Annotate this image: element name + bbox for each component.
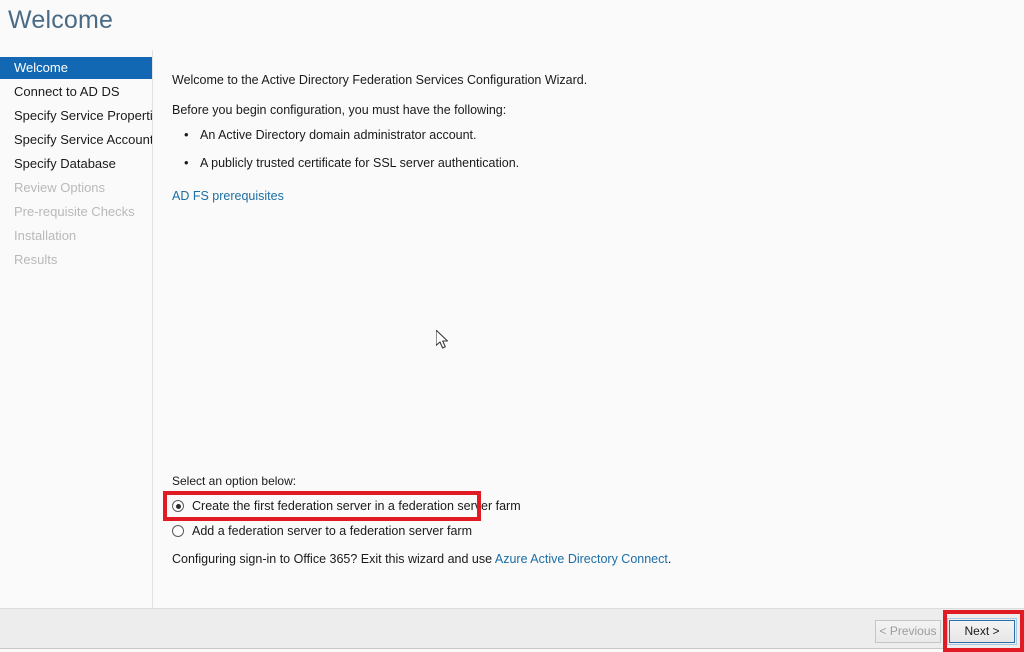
intro-heading: Welcome to the Active Directory Federati… <box>172 73 588 87</box>
sidebar-item-specify-database[interactable]: Specify Database <box>0 153 152 175</box>
radio-create-first-federation-server[interactable]: Create the first federation server in a … <box>172 496 521 516</box>
sidebar-item-review-options: Review Options <box>0 177 152 199</box>
page-header: Welcome <box>0 0 1024 50</box>
ad-fs-prerequisites-link[interactable]: AD FS prerequisites <box>172 189 284 203</box>
previous-button[interactable]: < Previous <box>875 620 941 643</box>
sidebar-item-pre-requisite-checks: Pre-requisite Checks <box>0 201 152 223</box>
prerequisites-heading: Before you begin configuration, you must… <box>172 103 507 117</box>
list-item: A publicly trusted certificate for SSL s… <box>178 155 519 170</box>
radio-label: Add a federation server to a federation … <box>192 524 473 538</box>
wizard-body: Welcome Connect to AD DS Specify Service… <box>0 50 1024 608</box>
sidebar-item-results: Results <box>0 249 152 271</box>
sidebar-item-label: Connect to AD DS <box>14 84 120 99</box>
sidebar-item-connect-to-ad-ds[interactable]: Connect to AD DS <box>0 81 152 103</box>
requirements-list: An Active Directory domain administrator… <box>178 127 519 184</box>
sidebar-item-welcome[interactable]: Welcome <box>0 57 152 79</box>
wizard-content-pane: Welcome to the Active Directory Federati… <box>153 50 1024 608</box>
radio-selected-icon <box>172 500 184 512</box>
select-option-label: Select an option below: <box>172 474 297 488</box>
azure-ad-connect-link[interactable]: Azure Active Directory Connect <box>495 552 668 566</box>
wizard-footer: < Previous Next > <box>0 608 1024 649</box>
sidebar-item-label: Review Options <box>14 180 106 195</box>
next-button[interactable]: Next > <box>947 618 1017 645</box>
sidebar-item-label: Specify Database <box>14 156 116 171</box>
sidebar-item-label: Installation <box>14 228 77 243</box>
radio-label: Create the first federation server in a … <box>192 499 521 513</box>
sidebar-item-specify-service-account[interactable]: Specify Service Account <box>0 129 152 151</box>
adfs-configuration-wizard: Welcome Welcome Connect to AD DS Specify… <box>0 0 1024 652</box>
page-title: Welcome <box>8 6 114 34</box>
office-365-note-prefix: Configuring sign-in to Office 365? Exit … <box>172 552 495 566</box>
wizard-step-sidebar: Welcome Connect to AD DS Specify Service… <box>0 50 153 608</box>
sidebar-item-installation: Installation <box>0 225 152 247</box>
sidebar-item-label: Results <box>14 252 58 267</box>
sidebar-item-label: Specify Service Account <box>14 132 152 147</box>
list-item: An Active Directory domain administrator… <box>178 127 519 142</box>
office-365-note: Configuring sign-in to Office 365? Exit … <box>172 552 671 566</box>
radio-add-federation-server[interactable]: Add a federation server to a federation … <box>172 521 472 541</box>
radio-unselected-icon <box>172 525 184 537</box>
sidebar-item-label: Specify Service Properties <box>14 108 152 123</box>
office-365-note-suffix: . <box>667 552 672 566</box>
sidebar-item-label: Welcome <box>14 60 68 75</box>
sidebar-item-label: Pre-requisite Checks <box>14 204 135 219</box>
sidebar-item-specify-service-properties[interactable]: Specify Service Properties <box>0 105 152 127</box>
